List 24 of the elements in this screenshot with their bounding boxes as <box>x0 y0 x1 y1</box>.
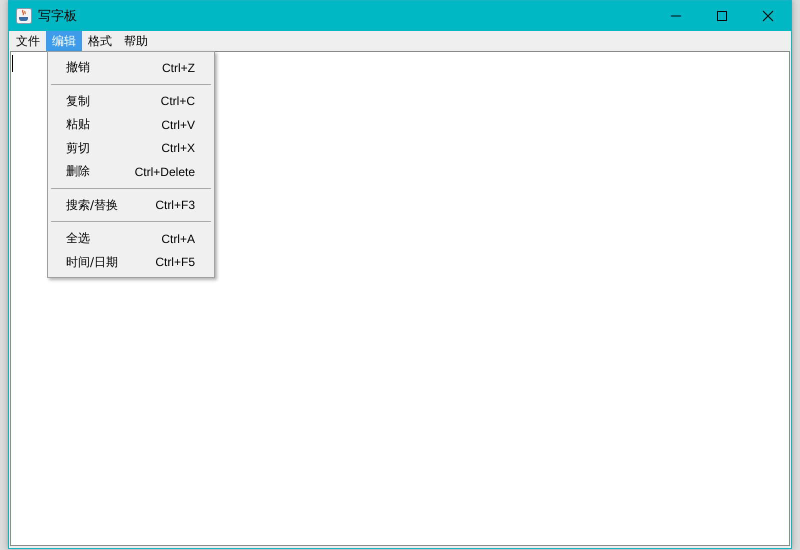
menu-item[interactable]: 格式 <box>82 31 118 51</box>
shortcut-label: Ctrl+Z <box>162 60 195 75</box>
menu-option[interactable]: 撤销 <box>66 59 90 76</box>
shortcut-label: Ctrl+A <box>161 232 195 246</box>
menu-option[interactable]: 剪切 <box>66 140 90 157</box>
text-caret <box>12 55 13 72</box>
shortcut-label: Ctrl+V <box>161 118 195 132</box>
shortcut-label: Ctrl+F5 <box>155 255 195 270</box>
menu-option[interactable]: 粘贴 <box>66 116 90 134</box>
close-icon <box>762 10 774 22</box>
shortcut-label: Ctrl+F3 <box>155 198 195 212</box>
menu-option[interactable]: 复制 <box>66 92 90 110</box>
menu-option[interactable]: 删除 <box>66 163 90 180</box>
coffee-cup-icon <box>16 8 32 24</box>
window-title: 写字板 <box>38 8 77 25</box>
menu-item[interactable]: 帮助 <box>118 31 154 51</box>
shortcut-label: Ctrl+X <box>161 141 195 156</box>
maximize-icon <box>716 10 728 22</box>
menu-item[interactable]: 文件 <box>10 31 46 51</box>
menu-option[interactable]: 时间/日期 <box>66 254 118 271</box>
menu-option[interactable]: 全选 <box>66 230 90 248</box>
menu-option[interactable]: 搜索/替换 <box>66 196 118 214</box>
shortcut-label: Ctrl+Delete <box>134 164 195 179</box>
shortcut-label: Ctrl+C <box>160 94 195 108</box>
